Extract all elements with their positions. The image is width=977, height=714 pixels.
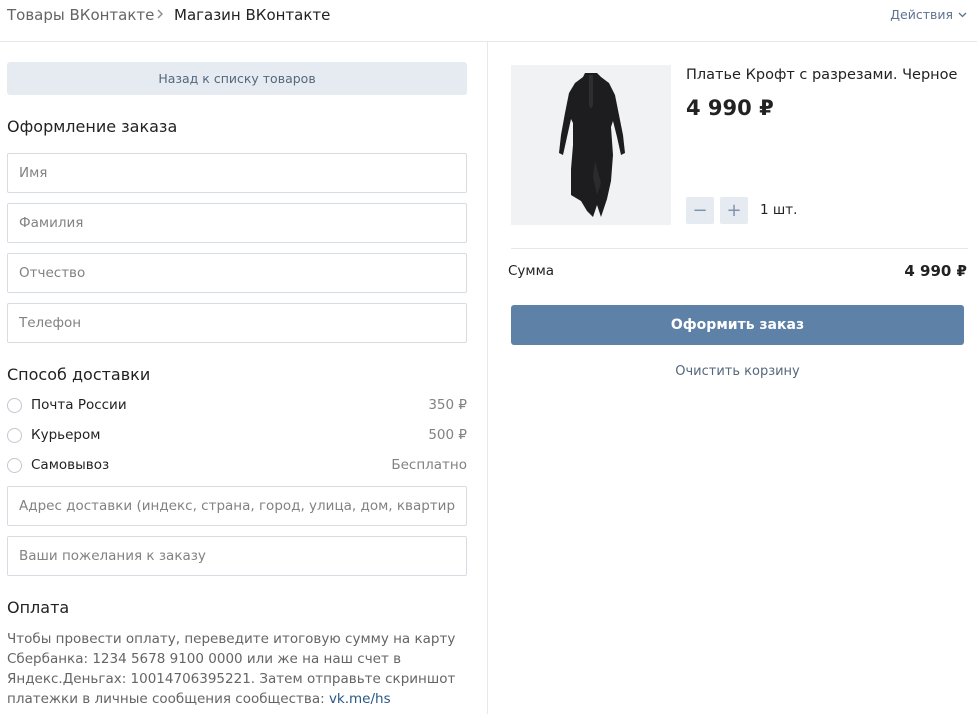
- breadcrumb-vk-goods[interactable]: Товары ВКонтакте: [7, 6, 154, 24]
- radio-button[interactable]: [7, 457, 22, 473]
- community-messages-link[interactable]: vk.me/hs: [329, 691, 391, 707]
- chevron-right-icon: [157, 9, 163, 19]
- delivery-option-label: Курьером: [31, 427, 101, 443]
- clear-cart-link[interactable]: Очистить корзину: [511, 364, 964, 379]
- payment-title: Оплата: [7, 598, 70, 617]
- dress-image: [511, 65, 671, 225]
- sum-label: Сумма: [508, 263, 555, 279]
- chevron-down-icon: [958, 12, 967, 17]
- phone-field[interactable]: [7, 303, 467, 343]
- product-title[interactable]: Платье Крофт с разрезами. Черное: [686, 67, 957, 83]
- actions-menu[interactable]: Действия: [890, 7, 967, 22]
- radio-button[interactable]: [7, 397, 22, 413]
- address-field[interactable]: [7, 486, 467, 526]
- delivery-option-label: Почта России: [31, 397, 127, 413]
- cart-divider: [511, 248, 968, 249]
- delivery-option-courier[interactable]: Курьером 500 ₽: [7, 424, 467, 446]
- breadcrumb-vk-shop[interactable]: Магазин ВКонтакте: [174, 6, 330, 24]
- last-name-field[interactable]: [7, 203, 467, 243]
- place-order-button[interactable]: Оформить заказ: [511, 305, 964, 345]
- back-to-list-button[interactable]: Назад к списку товаров: [7, 62, 467, 95]
- minus-icon: −: [692, 200, 708, 221]
- delivery-option-price: Бесплатно: [391, 457, 467, 473]
- quantity-value: 1 шт.: [760, 202, 798, 218]
- product-image[interactable]: [511, 65, 671, 225]
- payment-instructions: Чтобы провести оплату, переведите итогов…: [7, 629, 477, 709]
- delivery-option-price: 500 ₽: [428, 427, 467, 443]
- delivery-option-pickup[interactable]: Самовывоз Бесплатно: [7, 454, 467, 476]
- radio-button[interactable]: [7, 427, 22, 443]
- decrease-quantity-button[interactable]: −: [686, 197, 714, 224]
- delivery-option-price: 350 ₽: [428, 397, 467, 413]
- top-header: Товары ВКонтакте Магазин ВКонтакте Дейст…: [0, 0, 977, 42]
- product-price: 4 990 ₽: [686, 96, 774, 120]
- patronymic-field[interactable]: [7, 253, 467, 293]
- delivery-method-title: Способ доставки: [7, 365, 151, 384]
- plus-icon: +: [726, 200, 742, 221]
- delivery-option-post[interactable]: Почта России 350 ₽: [7, 394, 467, 416]
- delivery-option-label: Самовывоз: [31, 457, 110, 473]
- increase-quantity-button[interactable]: +: [720, 197, 748, 224]
- actions-label: Действия: [890, 7, 953, 22]
- order-form-title: Оформление заказа: [7, 117, 178, 136]
- first-name-field[interactable]: [7, 153, 467, 193]
- wishes-field[interactable]: [7, 536, 467, 576]
- sum-value: 4 990 ₽: [904, 262, 967, 280]
- column-divider: [487, 42, 488, 714]
